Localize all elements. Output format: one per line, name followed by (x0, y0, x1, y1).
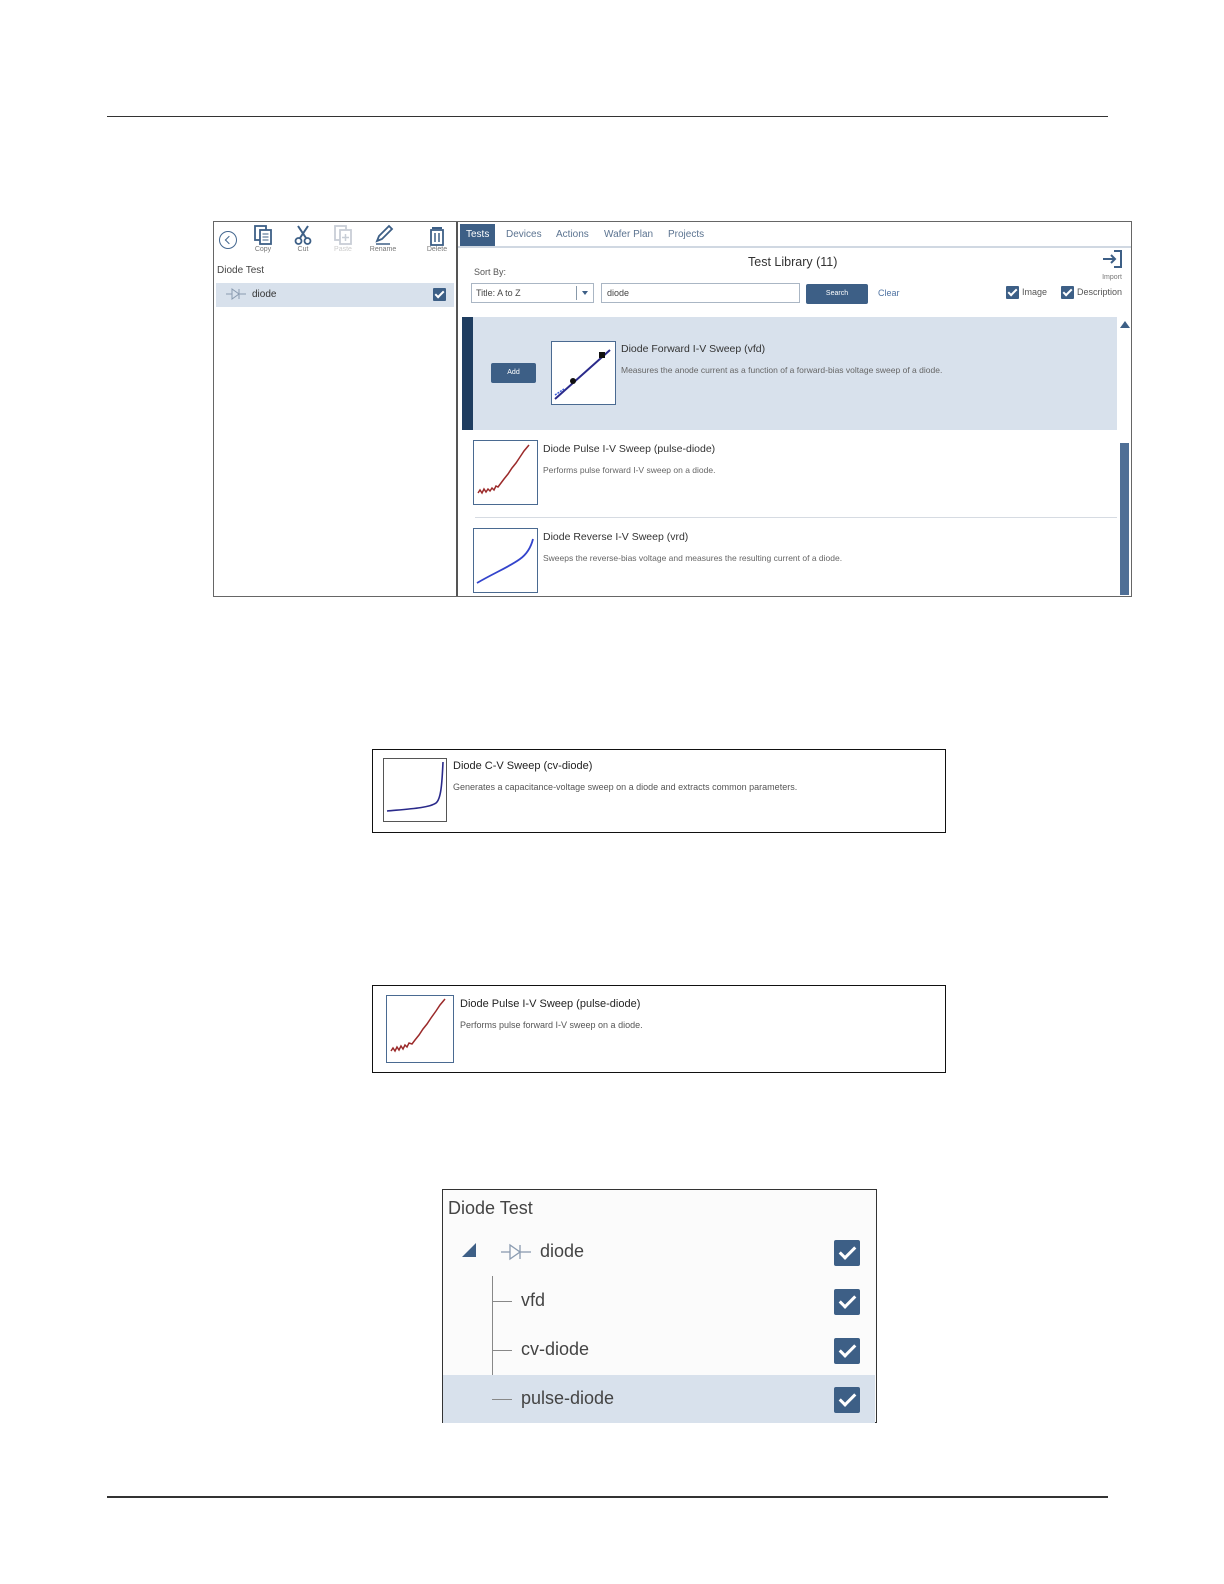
tree-item-device[interactable]: diode (443, 1228, 875, 1276)
vfd-thumbnail (551, 341, 616, 405)
add-button[interactable]: Add (491, 363, 536, 383)
item-description: Measures the anode current as a function… (621, 365, 943, 375)
diode-icon (226, 288, 246, 300)
clear-link[interactable]: Clear (878, 288, 900, 298)
tab-actions[interactable]: Actions (550, 224, 595, 246)
description-option-label: Description (1077, 287, 1123, 297)
pencil-icon (375, 224, 394, 245)
delete-button[interactable]: Delete (420, 224, 454, 258)
sort-by-label: Sort By: (474, 267, 507, 277)
copy-button[interactable]: Copy (246, 224, 280, 258)
test-list: Add Diode Forward I-V Sweep (vfd) Measur… (462, 317, 1117, 595)
diode-checkbox[interactable] (433, 288, 446, 301)
pulse-diode-thumbnail (386, 995, 454, 1063)
item-title: Diode Pulse I-V Sweep (pulse-diode) (543, 443, 716, 455)
library-pane: Tests Devices Actions Wafer Plan Project… (458, 222, 1131, 596)
footer-rule (107, 1496, 1108, 1498)
selection-bar (462, 317, 473, 430)
item-description: Performs pulse forward I-V sweep on a di… (460, 1020, 643, 1030)
item-title: Diode Reverse I-V Sweep (vrd) (543, 531, 689, 543)
search-input[interactable]: diode (601, 283, 800, 303)
search-button[interactable]: Search (806, 284, 868, 304)
tab-projects[interactable]: Projects (662, 224, 710, 246)
import-icon (1103, 250, 1122, 268)
cv-plot-icon (386, 761, 444, 812)
import-button[interactable]: Import (1099, 249, 1125, 281)
device-label: diode (540, 1241, 585, 1261)
reverse-iv-plot-icon (476, 538, 534, 584)
sort-select[interactable]: Title: A to Z (471, 283, 594, 303)
tree-item-label: diode (252, 289, 277, 300)
scrollbar-thumb[interactable] (1120, 443, 1129, 595)
tree-item-pulse-diode[interactable]: pulse-diode (443, 1375, 875, 1423)
pulse-diode-thumbnail (473, 440, 538, 505)
tree-connector (492, 1399, 512, 1400)
project-tree-panel: Diode Test diode vfd cv-diode pulse-diod… (442, 1189, 877, 1423)
sort-value: Title: A to Z (476, 288, 521, 298)
image-option-label: Image (1022, 287, 1048, 297)
copy-label: Copy (254, 246, 272, 253)
paste-button[interactable]: Paste (326, 224, 360, 258)
cv-diode-thumbnail (383, 758, 447, 822)
list-item-selected[interactable]: Add Diode Forward I-V Sweep (vfd) Measur… (462, 317, 1117, 430)
scroll-up-arrow-icon[interactable] (1120, 321, 1130, 328)
cv-diode-library-item: Diode C-V Sweep (cv-diode) Generates a c… (372, 749, 946, 833)
scissors-icon (294, 225, 312, 245)
forward-iv-plot-icon (554, 349, 611, 400)
rename-label: Rename (369, 246, 397, 253)
list-item[interactable]: Diode Reverse I-V Sweep (vrd) Sweeps the… (462, 518, 1117, 595)
project-title: Diode Test (217, 265, 265, 276)
test-label: pulse-diode (521, 1388, 615, 1408)
test-label: vfd (521, 1290, 546, 1310)
image-checkbox[interactable] (1006, 286, 1019, 299)
delete-label: Delete (426, 246, 448, 253)
pulse-diode-library-item: Diode Pulse I-V Sweep (pulse-diode) Perf… (372, 985, 946, 1073)
import-label: Import (1102, 274, 1122, 281)
item-title: Diode Forward I-V Sweep (vfd) (621, 343, 766, 355)
diode-icon (501, 1243, 531, 1261)
back-icon[interactable] (219, 231, 237, 249)
copy-icon (254, 225, 272, 245)
trash-icon (430, 227, 444, 246)
tab-devices[interactable]: Devices (500, 224, 548, 246)
item-description: Performs pulse forward I-V sweep on a di… (543, 465, 716, 475)
clarius-test-library-window: Copy Cut Paste Rename Delete Diode Test … (213, 221, 1132, 597)
cut-button[interactable]: Cut (286, 224, 320, 258)
tree-item-diode[interactable]: diode (216, 283, 454, 307)
item-description: Sweeps the reverse-bias voltage and meas… (543, 553, 843, 563)
tab-wafer-plan[interactable]: Wafer Plan (598, 224, 659, 246)
device-checkbox[interactable] (834, 1240, 860, 1266)
project-tree-pane: Copy Cut Paste Rename Delete Diode Test … (214, 222, 458, 596)
project-title: Diode Test (448, 1198, 533, 1218)
vrd-thumbnail (473, 528, 538, 593)
rename-button[interactable]: Rename (366, 224, 400, 258)
cut-label: Cut (297, 246, 309, 253)
description-checkbox[interactable] (1061, 286, 1074, 299)
list-item[interactable]: Diode Pulse I-V Sweep (pulse-diode) Perf… (462, 430, 1117, 517)
cv-diode-checkbox[interactable] (834, 1338, 860, 1364)
item-title: Diode Pulse I-V Sweep (pulse-diode) (460, 998, 641, 1010)
chevron-down-icon (582, 291, 588, 295)
vfd-checkbox[interactable] (834, 1289, 860, 1315)
tab-tests[interactable]: Tests (460, 224, 496, 246)
library-title: Test Library (11) (748, 255, 838, 269)
library-tabs: Tests Devices Actions Wafer Plan Project… (458, 222, 1131, 248)
tree-item-vfd[interactable]: vfd (443, 1277, 875, 1325)
select-divider (576, 286, 577, 300)
pulse-iv-plot-icon (390, 998, 446, 1053)
item-description: Generates a capacitance-voltage sweep on… (453, 782, 798, 792)
header-rule (107, 116, 1108, 117)
pulse-iv-plot-icon (477, 444, 530, 495)
tree-item-cv-diode[interactable]: cv-diode (443, 1326, 875, 1374)
expand-triangle-icon[interactable] (462, 1243, 476, 1257)
item-title: Diode C-V Sweep (cv-diode) (453, 760, 593, 772)
paste-icon (334, 225, 352, 245)
test-label: cv-diode (521, 1339, 590, 1359)
pulse-diode-checkbox[interactable] (834, 1387, 860, 1413)
paste-label: Paste (334, 246, 352, 253)
